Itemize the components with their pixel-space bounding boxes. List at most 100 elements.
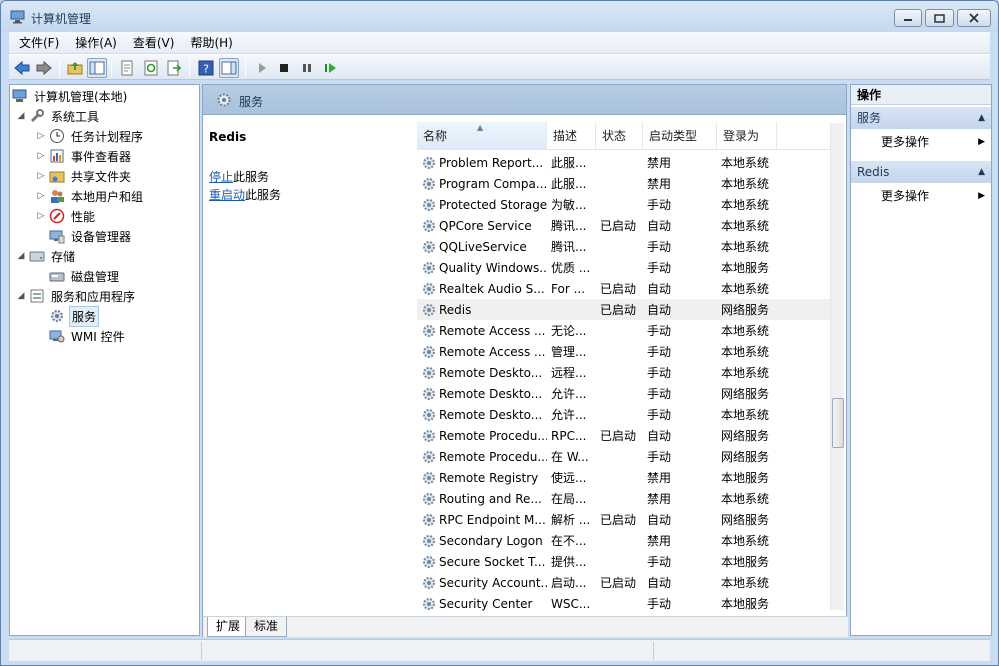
collapse-caret-icon[interactable]: ▲ (978, 107, 985, 129)
refresh-button[interactable] (141, 58, 161, 78)
tree-item-disk-management[interactable]: 磁盘管理 (49, 266, 121, 286)
description-cell: 为敏... (551, 198, 587, 212)
tree-item-task-scheduler[interactable]: ▷ 任务计划程序 (36, 126, 145, 146)
back-button[interactable] (12, 58, 32, 78)
expand-arrow-icon[interactable]: ▷ (36, 171, 46, 181)
service-row[interactable]: Remote Procedu... RPC... 已启动 自动 网络服务 (417, 425, 832, 446)
help-button[interactable]: ? (196, 58, 216, 78)
title-bar: 计算机管理 (1, 1, 998, 32)
close-button[interactable] (957, 9, 991, 27)
log-on-as-cell: 本地系统 (721, 177, 770, 191)
start-service-button[interactable] (252, 58, 272, 78)
up-level-button[interactable] (65, 58, 85, 78)
collapse-arrow-icon[interactable]: ◢ (16, 291, 26, 301)
menu-action[interactable]: 操作(A) (67, 34, 125, 51)
column-header-name[interactable]: ▲ 名称 (417, 122, 547, 150)
maximize-button[interactable] (925, 9, 954, 27)
tree-item-shared-folders[interactable]: ▷ 共享文件夹 (36, 166, 133, 186)
scrollbar-thumb[interactable] (832, 398, 844, 448)
service-row[interactable]: Redis 已启动 自动 网络服务 (417, 299, 832, 320)
service-row[interactable]: Remote Deskto... 允许... 手动 本地系统 (417, 404, 832, 425)
action-suffix: 此服务 (245, 188, 282, 202)
service-row[interactable]: QPCore Service 腾讯... 已启动 自动 本地系统 (417, 215, 832, 236)
service-row[interactable]: Quality Windows... 优质 ... 手动 本地服务 (417, 257, 832, 278)
service-row[interactable]: Secure Socket T... 提供... 手动 本地服务 (417, 551, 832, 572)
service-gear-icon (421, 323, 437, 339)
column-header-description[interactable]: 描述 (547, 122, 596, 150)
service-row[interactable]: Remote Access ... 管理... 手动 本地系统 (417, 341, 832, 362)
tree-item-label: 存储 (51, 249, 76, 264)
column-header-log-on-as[interactable]: 登录为 (717, 122, 777, 150)
expand-arrow-icon[interactable]: ▷ (36, 191, 46, 201)
restart-service-button[interactable] (320, 58, 340, 78)
properties-button[interactable] (117, 58, 137, 78)
stop-service-link[interactable]: 停止 (209, 170, 233, 184)
minimize-button[interactable] (894, 9, 922, 27)
forward-button[interactable] (34, 58, 54, 78)
status-bar-divider (653, 642, 654, 660)
vertical-scrollbar[interactable] (830, 123, 844, 610)
tab-extended[interactable]: 扩展 (207, 617, 250, 637)
restart-service-link[interactable]: 重启动 (209, 188, 245, 202)
service-gear-icon (421, 365, 437, 381)
service-row[interactable]: Secondary Logon 在不... 禁用 本地系统 (417, 530, 832, 551)
service-gear-icon (421, 218, 437, 234)
selected-service-name: Redis (209, 130, 247, 144)
more-actions-services[interactable]: 更多操作 ▶ (851, 131, 991, 153)
actions-section-redis[interactable]: Redis ▲ (851, 161, 991, 183)
expand-arrow-icon[interactable]: ▷ (36, 131, 46, 141)
expand-arrow-icon[interactable]: ▷ (36, 151, 46, 161)
column-header-startup-type[interactable]: 启动类型 (643, 122, 717, 150)
users-icon (49, 188, 65, 204)
show-hide-tree-button[interactable] (87, 58, 107, 78)
menu-view[interactable]: 查看(V) (125, 34, 183, 51)
menu-help[interactable]: 帮助(H) (182, 34, 240, 51)
tree-item-storage[interactable]: ◢ 存储 (16, 246, 77, 266)
collapse-arrow-icon[interactable]: ◢ (16, 111, 26, 121)
more-actions-redis[interactable]: 更多操作 ▶ (851, 185, 991, 207)
service-row[interactable]: Remote Registry 使远... 禁用 本地服务 (417, 467, 832, 488)
service-row[interactable]: Protected Storage 为敏... 手动 本地系统 (417, 194, 832, 215)
status-cell: 已启动 (600, 513, 637, 527)
service-row[interactable]: Problem Report... 此服... 禁用 本地系统 (417, 152, 832, 173)
service-row[interactable]: Remote Deskto... 允许... 手动 网络服务 (417, 383, 832, 404)
tree-item-event-viewer[interactable]: ▷ 事件查看器 (36, 146, 133, 166)
service-row[interactable]: Program Compa... 此服... 禁用 本地系统 (417, 173, 832, 194)
service-row[interactable]: Realtek Audio S... For ... 已启动 自动 本地系统 (417, 278, 832, 299)
actions-section-services[interactable]: 服务 ▲ (851, 107, 991, 129)
tree-item-services-applications[interactable]: ◢ 服务和应用程序 (16, 286, 137, 306)
collapse-caret-icon[interactable]: ▲ (978, 161, 985, 183)
back-arrow-icon (14, 60, 30, 76)
export-list-button[interactable] (164, 58, 184, 78)
tree-item-label: 磁盘管理 (71, 269, 120, 284)
service-row[interactable]: Routing and Re... 在局... 禁用 本地系统 (417, 488, 832, 509)
pause-service-button[interactable] (297, 58, 317, 78)
tab-standard[interactable]: 标准 (245, 617, 288, 637)
menu-file[interactable]: 文件(F) (9, 34, 67, 51)
service-row[interactable]: Security Account... 启动... 已启动 自动 本地系统 (417, 572, 832, 593)
column-header-status[interactable]: 状态 (596, 122, 643, 150)
service-row[interactable]: Remote Deskto... 远程... 手动 本地系统 (417, 362, 832, 383)
tree-item-services[interactable]: 服务 (49, 305, 100, 327)
tree-item-system-tools[interactable]: ◢ 系统工具 (16, 106, 101, 126)
service-row[interactable]: Security Center WSC... 手动 本地服务 (417, 593, 832, 612)
tree-item-wmi-control[interactable]: WMI 控件 (49, 326, 127, 346)
service-row[interactable]: QQLiveService 腾讯... 手动 本地系统 (417, 236, 832, 257)
service-name: RPC Endpoint M... (439, 512, 546, 527)
shared-folder-icon (49, 168, 65, 184)
stop-service-button[interactable] (274, 58, 294, 78)
tree-item-performance[interactable]: ▷ 性能 (36, 206, 97, 226)
service-row[interactable]: RPC Endpoint M... 解析 ... 已启动 自动 网络服务 (417, 509, 832, 530)
services-header: 服务 (203, 85, 846, 115)
tree-item-local-users-groups[interactable]: ▷ 本地用户和组 (36, 186, 145, 206)
tree-item-device-manager[interactable]: 设备管理器 (49, 226, 133, 246)
show-hide-action-pane-button[interactable] (219, 58, 239, 78)
service-row[interactable]: Remote Access ... 无论... 手动 本地系统 (417, 320, 832, 341)
service-name-cell: Quality Windows... (417, 260, 547, 276)
minimize-icon (904, 19, 912, 21)
service-row[interactable]: Remote Procedu... 在 W... 手动 网络服务 (417, 446, 832, 467)
tree-item-computer-management[interactable]: 计算机管理(本地) (12, 86, 129, 106)
collapse-arrow-icon[interactable]: ◢ (16, 251, 26, 261)
expand-arrow-icon[interactable]: ▷ (36, 211, 46, 221)
service-name-cell: Secure Socket T... (417, 554, 547, 570)
